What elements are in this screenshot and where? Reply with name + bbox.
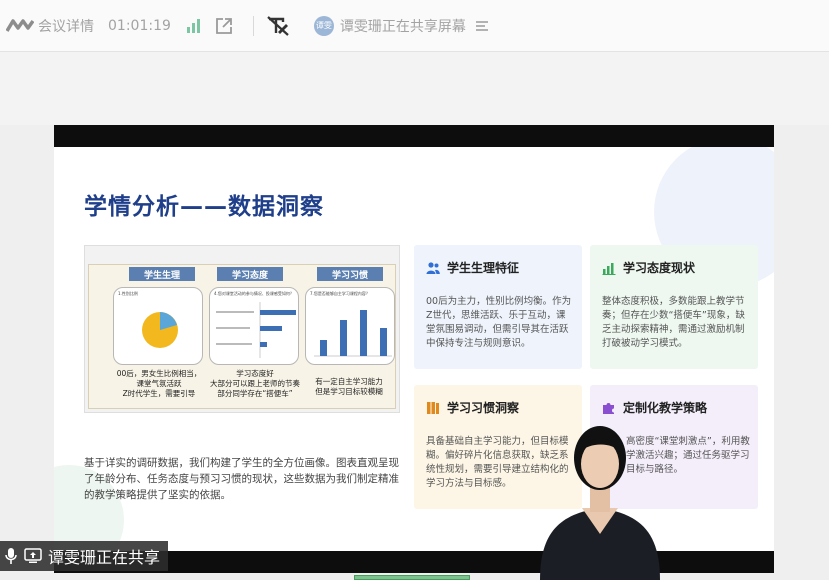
card-body: 00后为主力，性别比例均衡。作为Z世代，思维活跃、乐于互动，课堂氛围易调动，但需… <box>426 296 572 349</box>
vbar <box>340 320 347 356</box>
presenter-video <box>540 426 660 580</box>
card-title: 学习习惯洞察 <box>447 401 520 415</box>
caption-line: 部分同学存在“搭便车” <box>217 389 293 398</box>
survey-figure-canvas: 学生生理 学习态度 学习习惯 1.性别比例 4.您对课堂活动的参与情况、投课感受… <box>88 264 396 409</box>
sharing-name-text: 谭雯珊正在共享 <box>48 548 161 567</box>
sharing-name-tag: 谭雯珊正在共享 <box>0 541 169 571</box>
figure-caption: 学习态度好 大部分可以跟上老师的节奏 部分同学存在“搭便车” <box>201 369 309 399</box>
vbar <box>380 328 387 356</box>
stage-background <box>0 52 829 125</box>
network-status-button[interactable] <box>185 18 201 34</box>
card-physiology: 学生生理特征 00后为主力，性别比例均衡。作为Z世代，思维活跃、乐于互动，课堂氛… <box>414 245 582 369</box>
slide-title: 学情分析——数据洞察 <box>84 194 324 220</box>
list-icon <box>475 20 488 31</box>
hbar <box>260 342 267 347</box>
figure-tag: 学生生理 <box>129 267 195 281</box>
sharer-avatar: 谭雯 <box>313 15 334 36</box>
figure-tag: 学习习惯 <box>317 267 383 281</box>
caption-line: 学习态度好 <box>236 369 274 378</box>
meeting-details-label: 会议详情 <box>38 18 94 35</box>
sharing-status-text: 谭雯珊正在共享屏幕 <box>339 18 466 35</box>
bar-chart-icon <box>602 262 616 275</box>
pie-panel: 1.性别比例 <box>113 287 203 365</box>
card-body: 整体态度积极，多数能跟上教学节奏；但存在少数“搭便车”现象，缺乏主动探索精神，需… <box>602 296 745 349</box>
hbar-chart <box>216 302 296 358</box>
caption-line: 课堂气氛活跃 <box>136 379 182 388</box>
no-annotation-icon <box>267 15 289 36</box>
figure-caption: 00后，男女生比例相当， 课堂气氛活跃 Z时代学生，需要引导 <box>109 369 209 399</box>
panel-title: 1.性别比例 <box>118 291 138 296</box>
survey-figure: 学生生理 学习态度 学习习惯 1.性别比例 4.您对课堂活动的参与情况、投课感受… <box>84 245 400 413</box>
hbar <box>260 326 282 331</box>
card-attitude: 学习态度现状 整体态度积极，多数能跟上教学节奏；但存在少数“搭便车”现象，缺乏主… <box>590 245 758 369</box>
logo-icon <box>6 18 34 32</box>
popout-button[interactable] <box>215 17 233 35</box>
books-icon <box>427 401 439 414</box>
hbar-panel: 4.您对课堂活动的参与情况、投课感受如何？ <box>209 287 299 365</box>
microphone-icon[interactable] <box>4 547 18 565</box>
vbar <box>360 310 367 356</box>
vbar-chart <box>314 310 392 357</box>
caption-line: 大部分可以跟上老师的节奏 <box>210 379 300 388</box>
caption-line: Z时代学生，需要引导 <box>122 389 196 398</box>
screen-share-icon <box>24 548 42 563</box>
meeting-toolbar: 会议详情 01:01:19 谭雯 谭雯珊正在共享屏幕 <box>0 0 829 52</box>
panel-title: 7.您是否能够自主学习课程内容？ <box>310 291 370 296</box>
screen-letterbox-top <box>54 125 774 147</box>
meeting-duration: 01:01:19 <box>108 17 171 34</box>
figure-tag: 学习态度 <box>217 267 283 281</box>
hbar <box>260 310 296 315</box>
caption-line: 但是学习目标较模糊 <box>315 387 383 396</box>
bottom-indicator <box>354 575 470 580</box>
caption-line: 有一定自主学习能力 <box>315 377 383 386</box>
vbar <box>320 340 327 356</box>
figure-caption: 有一定自主学习能力 但是学习目标较模糊 <box>303 377 395 397</box>
toolbar-divider <box>252 15 254 36</box>
slide-body-text: 基于详实的调研数据，我们构建了学生的全方位画像。图表直观呈现了年龄分布、任务态度… <box>84 457 399 501</box>
vbar-panel: 7.您是否能够自主学习课程内容？ <box>305 287 395 365</box>
caption-line: 00后，男女生比例相当， <box>116 369 202 378</box>
annotation-toggle-button[interactable] <box>266 15 290 37</box>
users-icon <box>426 261 440 274</box>
pie-chart <box>142 312 178 348</box>
card-title: 学习态度现状 <box>623 261 696 275</box>
card-title: 学生生理特征 <box>447 261 520 275</box>
meeting-details-button[interactable]: 会议详情 <box>6 16 94 36</box>
popout-icon <box>215 17 232 34</box>
sharer-indicator[interactable]: 谭雯 谭雯珊正在共享屏幕 <box>313 15 490 36</box>
signal-bars-icon <box>186 18 200 33</box>
panel-title: 4.您对课堂活动的参与情况、投课感受如何？ <box>214 291 294 296</box>
